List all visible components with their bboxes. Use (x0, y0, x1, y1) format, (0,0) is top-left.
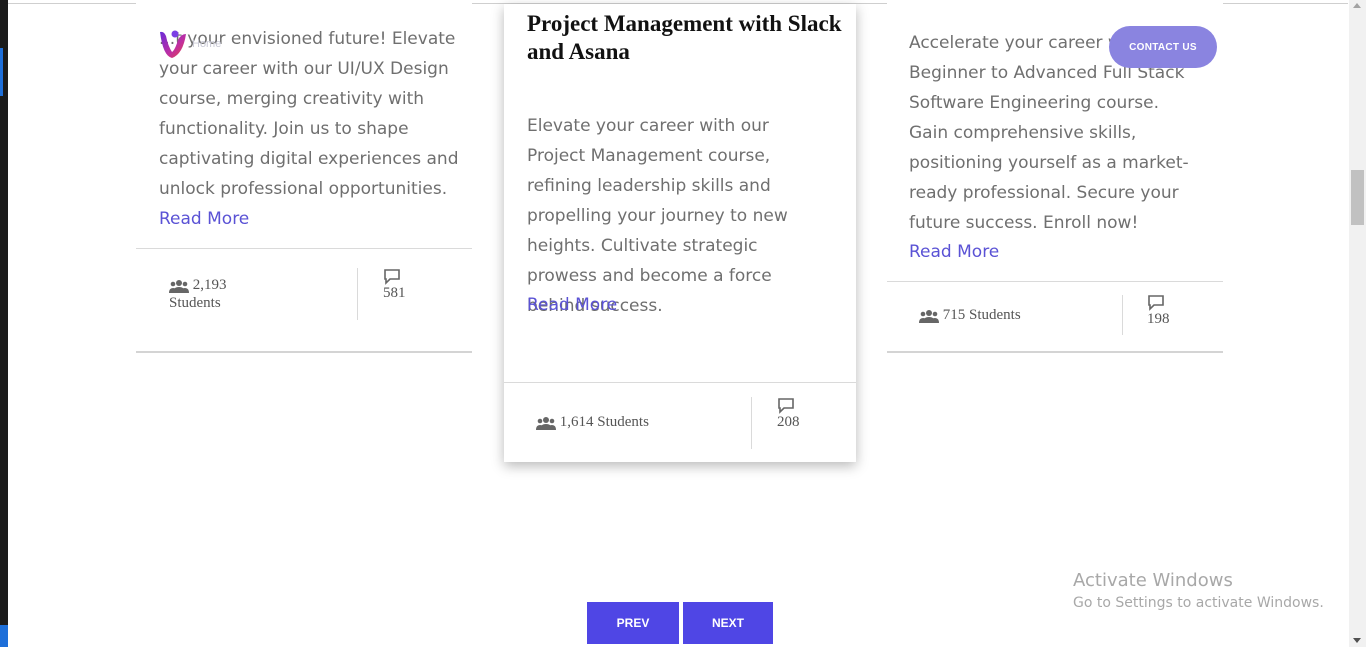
left-edge-indicator-bottom (0, 625, 8, 647)
comments-stat: 581 (383, 268, 443, 302)
read-more-link[interactable]: Read More (527, 290, 617, 320)
comments-count: 581 (383, 285, 406, 302)
activate-windows-subtitle: Go to Settings to activate Windows. (1073, 595, 1324, 611)
comments-stat: 198 (1147, 294, 1207, 328)
logo-icon (160, 30, 186, 58)
scrollbar-thumb[interactable] (1351, 170, 1364, 225)
vertical-scrollbar[interactable] (1349, 0, 1366, 647)
card-footer: 715 Students 198 (887, 281, 1223, 353)
next-button[interactable]: NEXT (683, 602, 773, 644)
course-title: Project Management with Slack and Asana (527, 10, 847, 66)
card-footer: 2,193 Students 581 (136, 248, 472, 353)
left-edge-strip (0, 0, 8, 647)
activate-windows-title: Activate Windows (1073, 570, 1233, 591)
prev-button[interactable]: PREV (587, 602, 679, 644)
read-more-link[interactable]: Read More (159, 204, 249, 234)
students-label: Students (169, 295, 221, 311)
left-edge-indicator (0, 48, 3, 96)
comment-icon (383, 268, 401, 285)
card-bottom-border (887, 351, 1223, 353)
users-icon (919, 307, 943, 323)
students-stat: 1,614 Students (536, 414, 716, 431)
contact-us-button[interactable]: CONTACT US (1109, 26, 1217, 68)
scroll-down-icon[interactable] (1353, 638, 1361, 643)
card-footer: 1,614 Students 208 (504, 382, 856, 463)
footer-divider (357, 268, 358, 320)
course-title-line2: and Asana (527, 39, 630, 64)
site-logo[interactable] (157, 28, 189, 60)
users-icon (169, 277, 193, 293)
students-stat: 2,193 Students (169, 276, 289, 312)
scroll-up-icon[interactable] (1353, 3, 1361, 8)
comment-icon (777, 397, 795, 414)
card-bottom-border (136, 351, 472, 353)
course-card-project-management: Project Management with Slack and Asana … (504, 4, 856, 462)
students-count: 2,193 (192, 277, 227, 293)
footer-divider (751, 397, 752, 449)
read-more-link[interactable]: Read More (909, 237, 999, 267)
logo-text[interactable]: Home (192, 38, 221, 50)
course-title-line1: Project Management with Slack (527, 11, 842, 36)
students-count: 715 Students (942, 307, 1021, 323)
comments-count: 198 (1147, 311, 1170, 328)
students-count: 1,614 Students (559, 414, 649, 430)
comments-count: 208 (777, 414, 800, 431)
comment-icon (1147, 294, 1165, 311)
course-description: ...t your envisioned future! Elevate you… (159, 29, 459, 199)
comments-stat: 208 (777, 397, 837, 431)
users-icon (536, 414, 560, 430)
students-stat: 715 Students (919, 307, 1099, 324)
footer-divider (1122, 295, 1123, 335)
